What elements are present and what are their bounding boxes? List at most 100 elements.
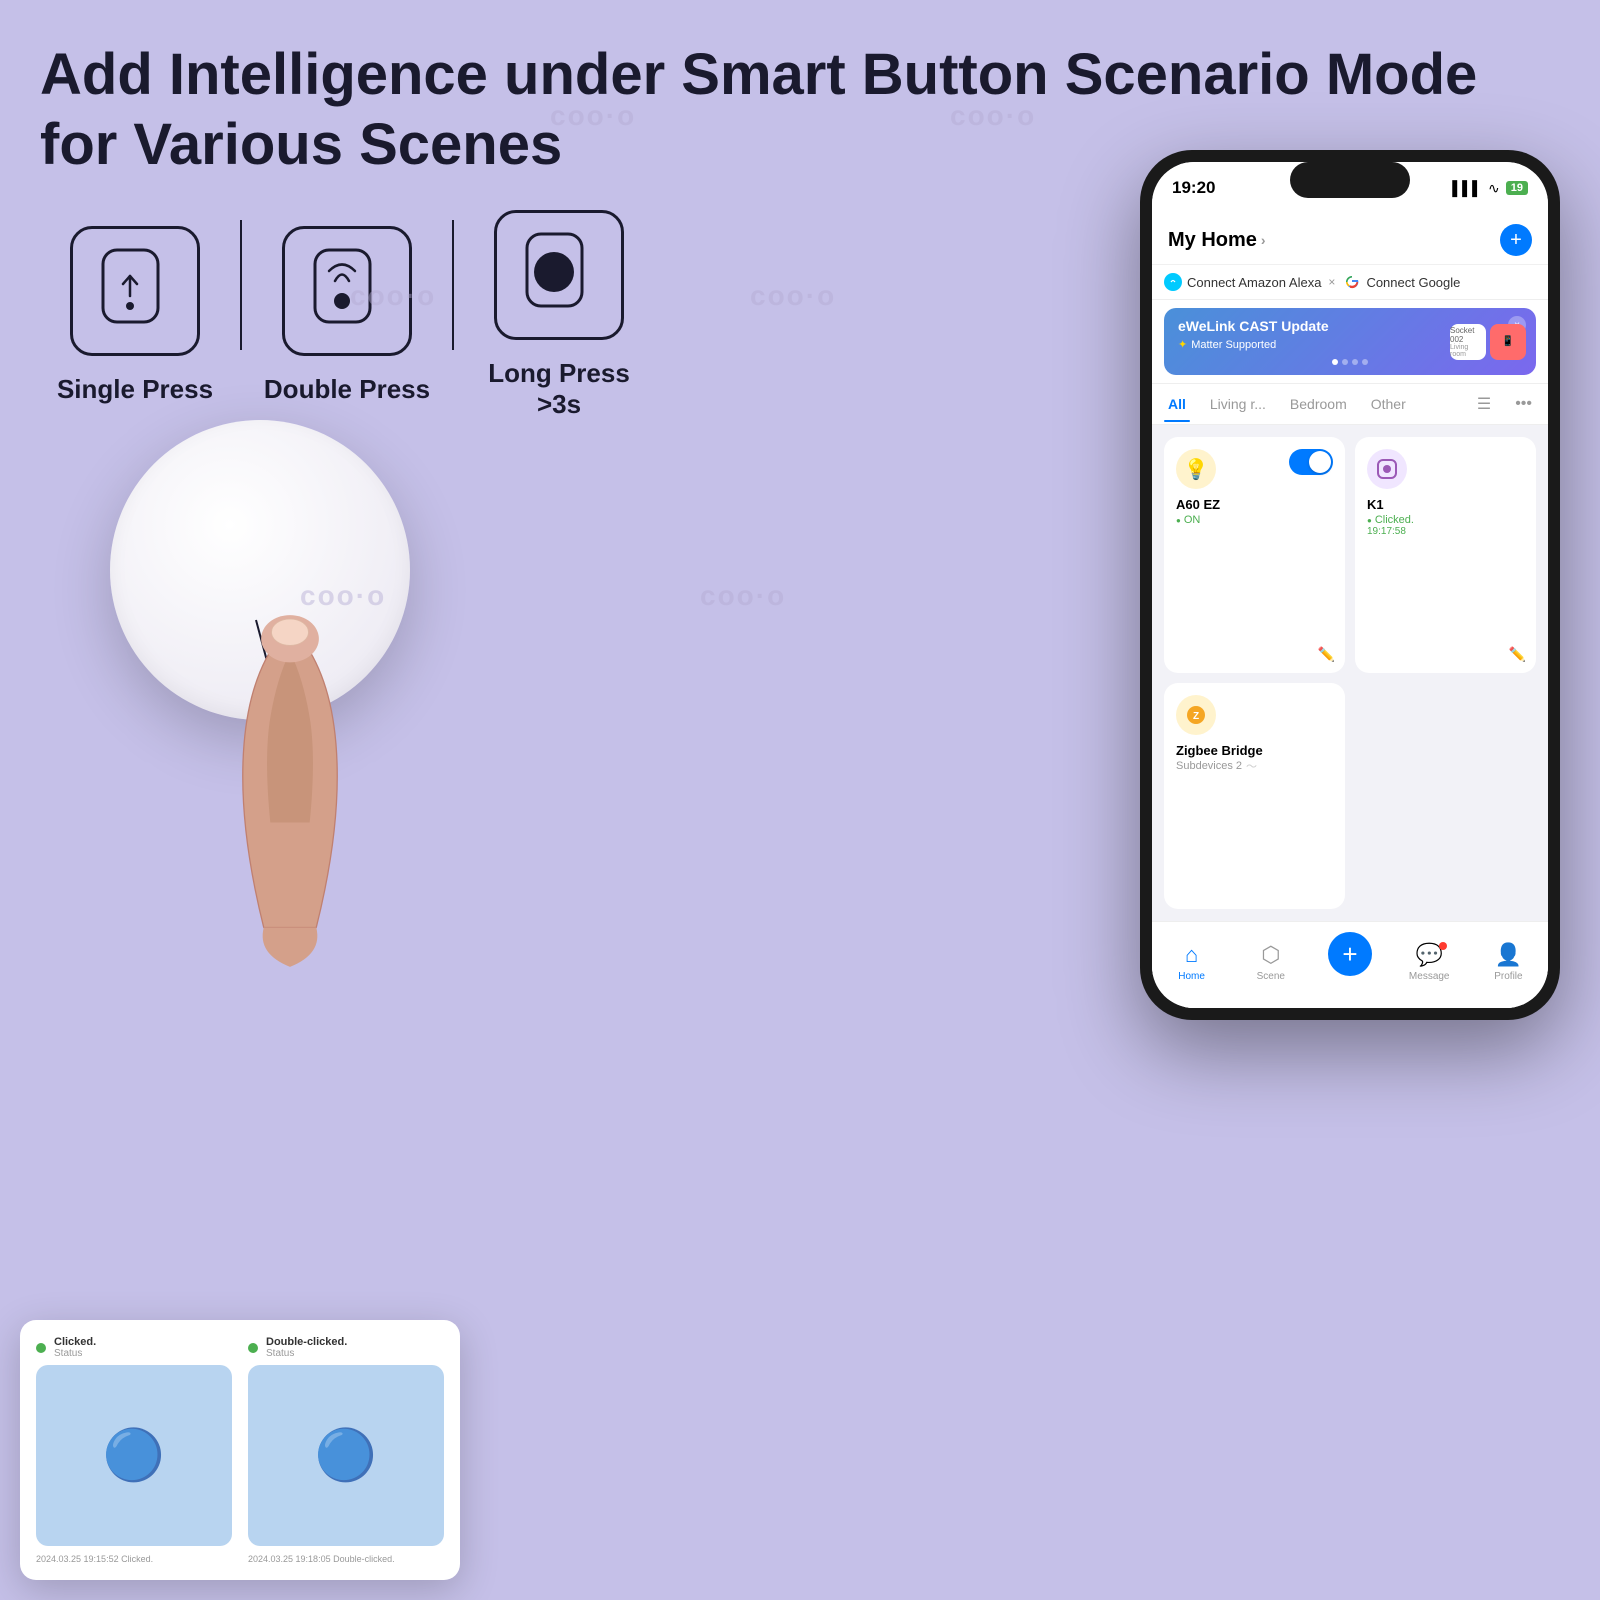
- app-header: My Home › +: [1152, 214, 1548, 265]
- single-press-icon-box: [70, 226, 200, 356]
- message-badge: 💬: [1416, 942, 1443, 968]
- press-item-single: Single Press: [40, 226, 230, 405]
- device-name-k1: K1: [1367, 497, 1524, 512]
- message-nav-icon: 💬: [1416, 942, 1443, 968]
- tab-all[interactable]: All: [1164, 386, 1190, 422]
- bottom-navigation: ⌂ Home ⬡ Scene + 💬: [1152, 921, 1548, 1008]
- inset-header-2: Double-clicked. Status: [248, 1336, 444, 1359]
- add-home-button[interactable]: +: [1500, 224, 1532, 256]
- device-card-k1[interactable]: K1 Clicked. 19:17:58 ✏️: [1355, 437, 1536, 673]
- device-grid: 💡 A60 EZ ON ✏️: [1152, 425, 1548, 921]
- inset-header-1: Clicked. Status: [36, 1336, 232, 1359]
- zigbee-icon: Z: [1176, 695, 1216, 735]
- device-status-a60ez: ON: [1176, 514, 1333, 526]
- inset-screenshot: Clicked. Status 🔵 Double-clicked. Status…: [20, 1320, 460, 1580]
- phone-screen: 19:20 ▌▌▌ ∿ 19 My Home › +: [1152, 162, 1548, 1008]
- scene-nav-icon: ⬡: [1261, 942, 1280, 968]
- profile-nav-icon: 👤: [1495, 942, 1522, 968]
- edit-icon-a60ez[interactable]: ✏️: [1318, 646, 1335, 663]
- single-press-svg: [95, 246, 175, 336]
- long-press-svg: [519, 230, 599, 320]
- dot-4: [1362, 359, 1368, 365]
- tab-bedroom[interactable]: Bedroom: [1286, 386, 1351, 422]
- status-time: 19:20: [1172, 178, 1215, 198]
- press-icons-section: Single Press Double Press Long Press >3s: [40, 210, 654, 420]
- inset-footer-2: 2024.03.25 19:18:05 Double-clicked.: [248, 1554, 444, 1564]
- long-press-icon-box: [494, 210, 624, 340]
- inset-status-text-2: Double-clicked.: [266, 1336, 347, 1348]
- phone-content: My Home › + Connect Amazon Alexa ×: [1152, 214, 1548, 1008]
- message-nav-label: Message: [1409, 971, 1450, 982]
- status-icons: ▌▌▌ ∿ 19: [1452, 180, 1528, 197]
- fingerprint-icon-2: 🔵: [315, 1426, 377, 1485]
- device-name-a60ez: A60 EZ: [1176, 497, 1333, 512]
- alexa-close-icon[interactable]: ×: [1328, 275, 1335, 289]
- list-view-icon[interactable]: ☰: [1473, 384, 1495, 424]
- inset-footer-1: 2024.03.25 19:15:52 Clicked.: [36, 1554, 232, 1564]
- svg-text:Z: Z: [1193, 711, 1199, 722]
- inset-card-2: 🔵: [248, 1365, 444, 1546]
- press-item-long: Long Press >3s: [464, 210, 654, 420]
- ewelink-banner-card[interactable]: × Socket 002 Living room 📱 eWeLink CAST …: [1164, 308, 1536, 375]
- star-icon: ✦: [1178, 338, 1187, 351]
- inset-dot-2: [248, 1343, 258, 1353]
- signal-icon: ▌▌▌: [1452, 180, 1482, 196]
- google-icon: [1343, 273, 1361, 291]
- home-title-text: My Home: [1168, 229, 1257, 252]
- press-item-double: Double Press: [252, 226, 442, 405]
- double-press-label: Double Press: [264, 374, 430, 405]
- inset-item-double-clicked: Double-clicked. Status 🔵: [248, 1336, 444, 1546]
- edit-icon-k1[interactable]: ✏️: [1509, 646, 1526, 663]
- inset-dot-1: [36, 1343, 46, 1353]
- press-divider-2: [452, 220, 454, 350]
- banner-device-previews: Socket 002 Living room 📱: [1450, 324, 1526, 360]
- device-toggle-a60ez[interactable]: [1289, 449, 1333, 475]
- nav-scene[interactable]: ⬡ Scene: [1231, 942, 1310, 982]
- socket-preview-1: Socket 002 Living room: [1450, 324, 1486, 360]
- toggle-knob: [1309, 451, 1331, 473]
- nav-profile[interactable]: 👤 Profile: [1469, 942, 1548, 982]
- banner-dots: [1178, 359, 1522, 365]
- inset-card-1: 🔵: [36, 1365, 232, 1546]
- scene-nav-label: Scene: [1257, 971, 1285, 982]
- tab-other[interactable]: Other: [1367, 386, 1410, 422]
- phone-frame: 19:20 ▌▌▌ ∿ 19 My Home › +: [1140, 150, 1560, 1020]
- alexa-icon: [1164, 273, 1182, 291]
- home-title: My Home ›: [1168, 229, 1266, 252]
- device-card-a60ez[interactable]: 💡 A60 EZ ON ✏️: [1164, 437, 1345, 673]
- nav-message[interactable]: 💬 Message: [1390, 942, 1469, 982]
- device-card-zigbee[interactable]: Z Zigbee Bridge Subdevices 2 〜: [1164, 683, 1345, 910]
- watermark-2: coo·o: [750, 280, 836, 312]
- device-tabs: All Living r... Bedroom Other ☰ •••: [1152, 384, 1548, 425]
- tab-living[interactable]: Living r...: [1206, 386, 1270, 422]
- nav-home[interactable]: ⌂ Home: [1152, 942, 1231, 982]
- inset-cards-row: Clicked. Status 🔵 Double-clicked. Status…: [36, 1336, 444, 1546]
- dot-3: [1352, 359, 1358, 365]
- device-status-k1: Clicked.: [1367, 514, 1524, 526]
- phone-mockup: 19:20 ▌▌▌ ∿ 19 My Home › +: [1140, 150, 1560, 1020]
- single-press-label: Single Press: [57, 374, 213, 405]
- nav-add[interactable]: +: [1310, 932, 1389, 992]
- double-press-svg: [307, 246, 387, 336]
- button-device-icon: [1367, 449, 1407, 489]
- dot-2: [1342, 359, 1348, 365]
- battery-badge: 19: [1506, 181, 1528, 195]
- connect-alexa-label: Connect Amazon Alexa: [1187, 275, 1321, 290]
- connect-banner: Connect Amazon Alexa ×: [1152, 265, 1548, 300]
- chevron-icon: ›: [1261, 232, 1266, 248]
- bulb-icon: 💡: [1176, 449, 1216, 489]
- connect-alexa-item[interactable]: Connect Amazon Alexa ×: [1164, 273, 1335, 291]
- inset-sub-text-2: Status: [266, 1348, 347, 1359]
- fingerprint-icon-1: 🔵: [103, 1426, 165, 1485]
- home-nav-icon: ⌂: [1185, 942, 1198, 968]
- add-nav-button[interactable]: +: [1328, 932, 1372, 976]
- wifi-icon: ∿: [1488, 180, 1500, 197]
- more-options-icon[interactable]: •••: [1511, 385, 1536, 423]
- inset-item-clicked: Clicked. Status 🔵: [36, 1336, 232, 1546]
- zigbee-bridge-name: Zigbee Bridge: [1176, 743, 1333, 758]
- connect-google-item[interactable]: Connect Google: [1343, 273, 1460, 291]
- inset-status-text-1: Clicked.: [54, 1336, 96, 1348]
- profile-nav-label: Profile: [1494, 971, 1522, 982]
- connect-google-label: Connect Google: [1366, 275, 1460, 290]
- phone-notch: [1290, 162, 1410, 198]
